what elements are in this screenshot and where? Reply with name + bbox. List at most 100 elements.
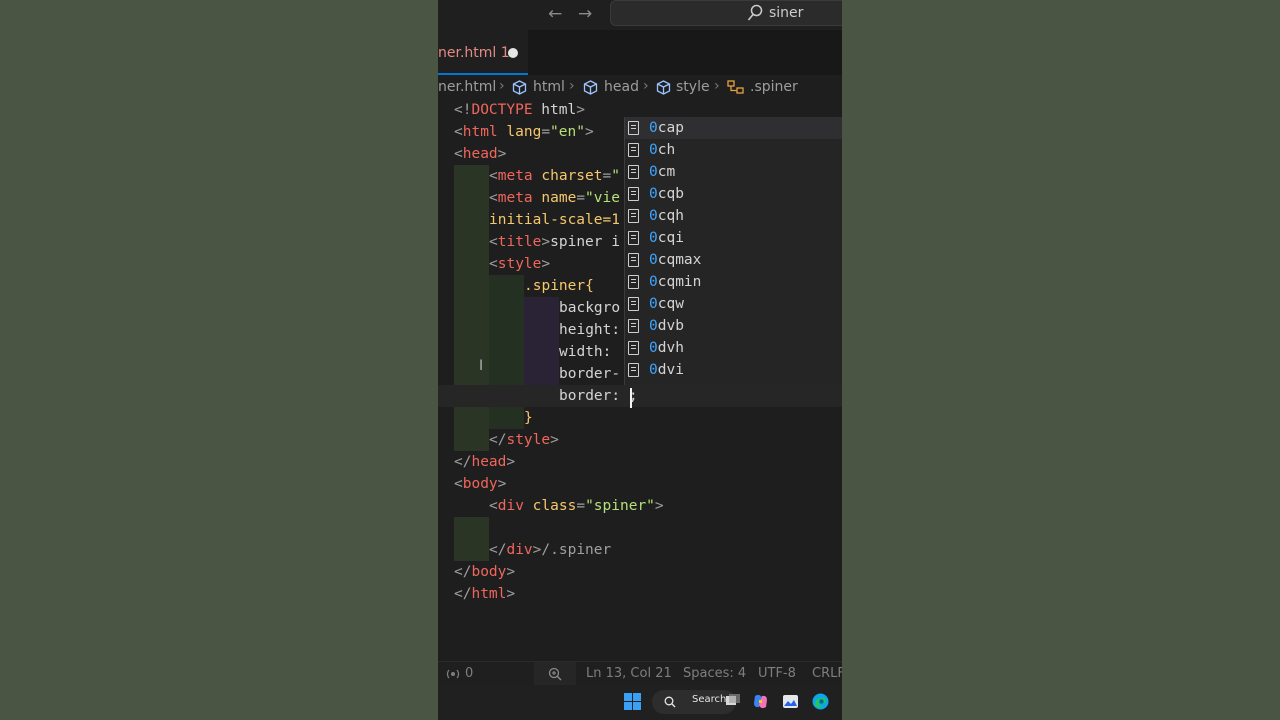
cursor-position[interactable]: Ln 13, Col 21 [586, 666, 672, 681]
suggestion-item[interactable]: 0cqmax [625, 249, 842, 271]
editor-window: ← → siner ner.html 1 ner.html › html › h… [438, 0, 842, 720]
code-line-6: initial-scale=1 [489, 212, 620, 228]
breadcrumb-selector[interactable]: .spiner [750, 79, 798, 95]
code-line-23: </html> [454, 586, 516, 602]
code-line-2: <html lang="en"> [454, 124, 594, 140]
breadcrumb-style[interactable]: style [676, 79, 710, 95]
suggestion-label: 0cm [649, 164, 676, 180]
suggestion-label: 0dvi [649, 362, 684, 378]
suggestion-item[interactable]: 0cm [625, 161, 842, 183]
suggestion-item[interactable]: 0cqh [625, 205, 842, 227]
unit-snippet-icon [628, 143, 639, 157]
unit-snippet-icon [628, 341, 639, 355]
current-line-highlight [438, 385, 842, 407]
unit-snippet-icon [628, 187, 639, 201]
suggestion-item[interactable]: 0cqw [625, 293, 842, 315]
suggestion-item[interactable]: 0cqmin [625, 271, 842, 293]
suggestion-label: 0cqmax [649, 252, 702, 268]
search-text: siner [769, 5, 804, 21]
line-ending[interactable]: CRLF [812, 666, 842, 681]
breadcrumb-separator: › [714, 78, 720, 94]
breadcrumb-head[interactable]: head [604, 79, 639, 95]
forward-arrow-icon[interactable]: → [578, 4, 592, 24]
style-element-icon [656, 80, 671, 95]
suggestion-label: 0cqb [649, 186, 684, 202]
taskbar-search-label: Search [692, 694, 727, 705]
title-bar: ← → siner [438, 0, 842, 30]
breadcrumb-separator: › [499, 78, 505, 94]
suggestion-label: 0ch [649, 142, 676, 158]
unit-snippet-icon [628, 231, 639, 245]
file-encoding[interactable]: UTF-8 [758, 666, 796, 681]
windows-start-icon[interactable] [624, 693, 641, 710]
edge-browser-icon[interactable] [812, 693, 829, 710]
tab-bar: ner.html 1 [438, 30, 842, 75]
html-element-icon [512, 80, 527, 95]
suggestion-label: 0dvb [649, 318, 684, 334]
code-line-19: <div class="spiner"> [489, 498, 664, 514]
ports-icon[interactable] [446, 667, 460, 681]
suggestion-item[interactable]: 0cap [625, 117, 842, 139]
suggestion-item[interactable]: 0cqi [625, 227, 842, 249]
zoom-indicator[interactable] [534, 662, 576, 686]
unit-snippet-icon [628, 121, 639, 135]
indent-guide [454, 165, 489, 451]
autocomplete-suggestions[interactable]: 0cap 0ch 0cm 0cqb 0cqh 0cqi 0cqmax 0cqmin 0cqw 0d… [624, 117, 842, 385]
task-view-icon[interactable] [725, 693, 741, 709]
unit-snippet-icon [628, 275, 639, 289]
search-icon [747, 4, 763, 21]
background-right [842, 0, 1280, 720]
unit-snippet-icon [628, 319, 639, 333]
suggestion-label: 0cap [649, 120, 684, 136]
unit-snippet-icon [628, 363, 639, 377]
code-line-3: <head> [454, 146, 507, 162]
tab-label: ner.html 1 [438, 45, 510, 61]
taskbar-search-icon [664, 696, 676, 708]
breadcrumb-html[interactable]: html [533, 79, 565, 95]
indentation[interactable]: Spaces: 4 [683, 666, 746, 681]
code-line-9: .spiner{ [524, 278, 594, 294]
code-line-4: <meta charset=" [489, 168, 620, 184]
tab-spiner-html[interactable]: ner.html 1 [438, 30, 528, 75]
command-center-search[interactable]: siner [610, 0, 842, 26]
code-line-18: <body> [454, 476, 507, 492]
code-line-10: backgro [559, 300, 621, 316]
code-line-12: width: [559, 344, 612, 360]
code-line-8: <style> [489, 256, 551, 272]
head-element-icon [583, 80, 598, 95]
back-arrow-icon[interactable]: ← [548, 4, 562, 24]
zoom-icon [548, 667, 562, 681]
copilot-icon[interactable] [752, 693, 769, 710]
suggestion-item[interactable]: 0dvh [625, 337, 842, 359]
code-line-16: </style> [489, 432, 559, 448]
ports-count[interactable]: 0 [465, 666, 473, 681]
suggestion-item[interactable]: 0ch [625, 139, 842, 161]
unit-snippet-icon [628, 209, 639, 223]
suggestion-item[interactable]: 0dvi [625, 359, 842, 381]
breadcrumb-file[interactable]: ner.html [438, 79, 496, 95]
indent-guide [454, 517, 489, 561]
code-line-5: <meta name="vie [489, 190, 620, 206]
unit-snippet-icon [628, 165, 639, 179]
code-line-17: </head> [454, 454, 516, 470]
unsaved-dot-icon[interactable] [508, 48, 518, 58]
css-rule-icon [727, 80, 744, 94]
mouse-ibeam-icon: I [479, 358, 484, 374]
code-line-15: } [524, 410, 533, 426]
unit-snippet-icon [628, 253, 639, 267]
code-line-22: </body> [454, 564, 516, 580]
taskbar-search[interactable]: Search [652, 690, 736, 714]
suggestion-item[interactable]: 0cqb [625, 183, 842, 205]
code-line-1: <!DOCTYPE html> [454, 102, 585, 118]
text-cursor [630, 388, 632, 408]
code-line-7: <title>spiner i [489, 234, 620, 250]
breadcrumb: ner.html › html › head › style › .spiner [438, 76, 842, 98]
suggestion-label: 0cqmin [649, 274, 702, 290]
suggestion-item[interactable]: 0dvb [625, 315, 842, 337]
code-line-11: height: [559, 322, 621, 338]
photos-icon[interactable] [782, 693, 799, 710]
breadcrumb-separator: › [569, 78, 575, 94]
unit-snippet-icon [628, 297, 639, 311]
code-line-13: border- [559, 366, 621, 382]
code-line-21: </div>/.spiner [489, 542, 612, 558]
